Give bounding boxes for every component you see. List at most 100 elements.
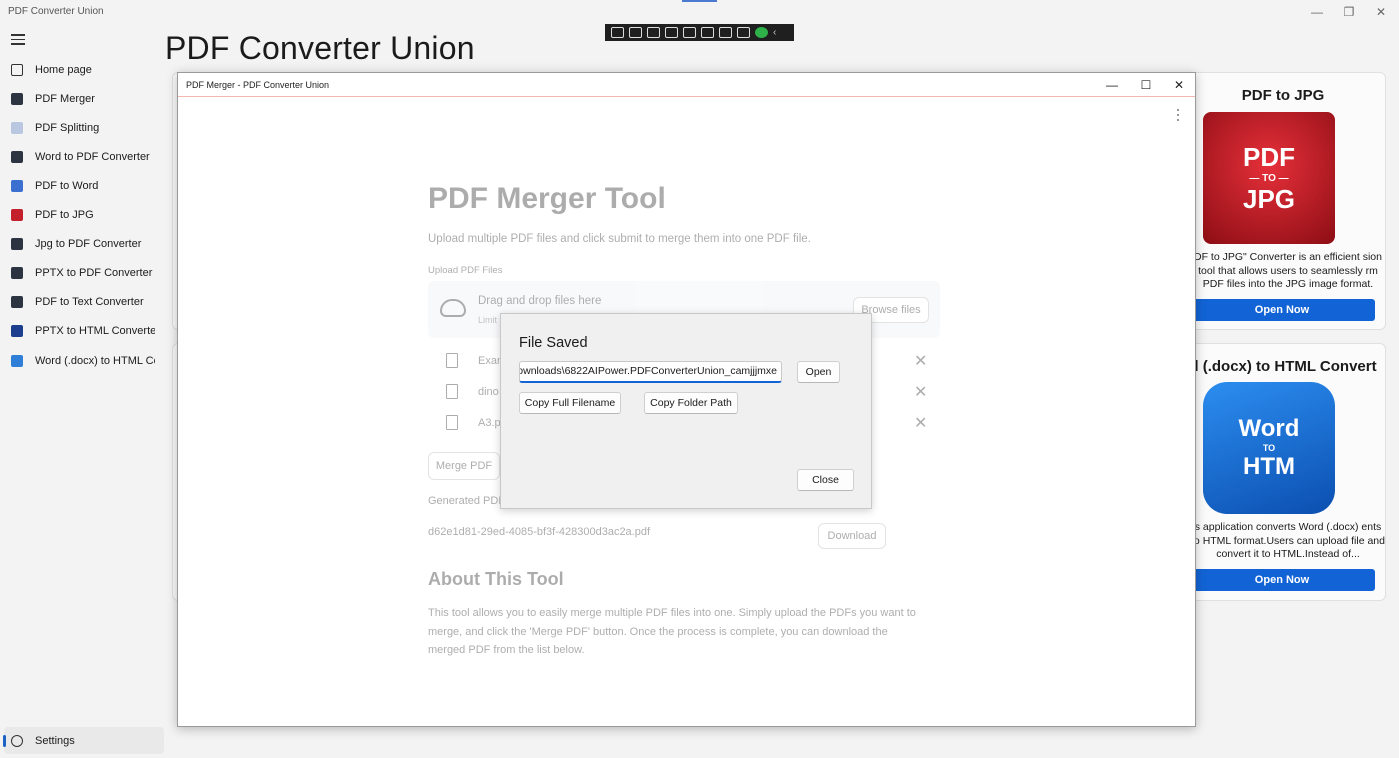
remove-file-icon[interactable]: ✕ xyxy=(914,413,927,433)
app-titlebar: PDF Converter Union — ❐ ✕ xyxy=(0,0,1399,24)
open-button[interactable]: Open xyxy=(797,361,840,383)
selected-indicator xyxy=(3,735,6,747)
capture-icon[interactable] xyxy=(611,27,624,38)
word-to-pdf-icon xyxy=(11,151,23,163)
minimize-button[interactable]: — xyxy=(1299,3,1335,21)
sidebar-item-pdf-merger[interactable]: PDF Merger xyxy=(4,85,164,113)
saved-path-field[interactable]: Downloads\6822AIPower.PDFConverterUnion_… xyxy=(519,361,782,383)
copy-full-filename-button[interactable]: Copy Full Filename xyxy=(519,392,621,414)
about-title: About This Tool xyxy=(428,569,564,589)
merger-close-button[interactable]: ✕ xyxy=(1164,76,1194,94)
merger-minimize-button[interactable]: — xyxy=(1097,76,1127,94)
file-icon xyxy=(446,384,458,399)
cloud-upload-icon xyxy=(440,299,466,317)
file-name: A3.p xyxy=(478,417,501,429)
sidebar-item-label: Home page xyxy=(35,64,92,76)
open-now-button[interactable]: Open Now xyxy=(1189,569,1375,591)
sidebar-item-word-to-html[interactable]: Word (.docx) to HTML Co xyxy=(4,347,164,375)
video-icon[interactable] xyxy=(629,27,642,38)
promo-description: DF to JPG" Converter is an efficient sio… xyxy=(1194,251,1382,290)
download-button[interactable]: Download xyxy=(818,523,886,549)
open-now-button[interactable]: Open Now xyxy=(1189,299,1375,321)
generated-file-name: d62e1d81-29ed-4085-bf3f-428300d3ac2a.pdf xyxy=(428,526,651,538)
file-icon xyxy=(446,353,458,368)
merger-titlebar: PDF Merger - PDF Converter Union — ☐ ✕ xyxy=(178,73,1195,97)
drop-limit: Limit xyxy=(478,315,498,325)
promo-card-pdf-to-jpg: PDF to JPG PDF — TO — JPG DF to JPG" Con… xyxy=(1180,72,1386,330)
sidebar-item-pdf-to-jpg[interactable]: PDF to JPG xyxy=(4,201,164,229)
hamburger-menu-icon[interactable] xyxy=(11,34,25,46)
generated-label: Generated PDF xyxy=(428,495,506,507)
sidebar-item-pptx-to-html[interactable]: PPTX to HTML Converter xyxy=(4,317,164,345)
logo-text: JPG xyxy=(1242,183,1296,214)
remove-file-icon[interactable]: ✕ xyxy=(914,382,927,402)
sidebar-item-word-to-pdf[interactable]: Word to PDF Converter xyxy=(4,143,164,171)
sidebar-item-label: Settings xyxy=(35,734,75,747)
logo-text: PDF xyxy=(1243,141,1295,172)
remove-file-icon[interactable]: ✕ xyxy=(914,351,927,371)
more-options-icon[interactable] xyxy=(1177,109,1181,121)
merger-window-title: PDF Merger - PDF Converter Union xyxy=(186,80,330,90)
sidebar-item-label: Word to PDF Converter xyxy=(35,151,150,163)
app-title: PDF Converter Union xyxy=(8,6,104,17)
logo-text: — TO — xyxy=(1249,172,1289,184)
sidebar-item-label: PDF Merger xyxy=(35,93,95,105)
sidebar-item-label: PDF to JPG xyxy=(35,209,94,221)
copy-folder-path-button[interactable]: Copy Folder Path xyxy=(644,392,738,414)
sidebar-item-label: PDF to Word xyxy=(35,180,99,192)
sidebar-item-pdf-to-word[interactable]: PDF to Word xyxy=(4,172,164,200)
sidebar-item-label: Jpg to PDF Converter xyxy=(35,238,142,250)
merge-pdf-button[interactable]: Merge PDF xyxy=(428,452,500,480)
sidebar-item-settings[interactable]: Settings xyxy=(3,727,164,754)
sidebar-item-home[interactable]: Home page xyxy=(4,56,164,84)
logo-text: TO xyxy=(1262,443,1276,453)
sidebar-item-label: PDF to Text Converter xyxy=(35,296,144,308)
check-icon[interactable] xyxy=(755,27,768,38)
word-to-html-icon xyxy=(11,355,23,367)
file-saved-dialog: File Saved Downloads\6822AIPower.PDFConv… xyxy=(500,313,872,509)
sidebar-item-label: PPTX to HTML Converter xyxy=(35,325,155,337)
close-dialog-button[interactable]: Close xyxy=(797,469,854,491)
merger-maximize-button[interactable]: ☐ xyxy=(1131,76,1161,94)
restore-button[interactable]: ❐ xyxy=(1331,3,1367,21)
top-accent-bar xyxy=(682,0,717,2)
settings-icon[interactable] xyxy=(719,27,732,38)
dialog-title: File Saved xyxy=(519,335,588,351)
pdf-to-jpg-icon xyxy=(11,209,23,221)
pdf-to-jpg-logo: PDF — TO — JPG xyxy=(1203,112,1335,244)
pointer-icon[interactable] xyxy=(647,27,660,38)
sidebar-item-pdf-splitting[interactable]: PDF Splitting xyxy=(4,114,164,142)
page-title: PDF Converter Union xyxy=(165,30,475,66)
recorder-toolbar: ‹ xyxy=(605,24,794,41)
tool-description: Upload multiple PDF files and click subm… xyxy=(428,233,811,245)
chevron-left-icon[interactable]: ‹ xyxy=(773,27,786,38)
sidebar-item-pptx-to-pdf[interactable]: PPTX to PDF Converter xyxy=(4,259,164,287)
pdf-to-text-icon xyxy=(11,296,23,308)
sidebar-item-pdf-to-text[interactable]: PDF to Text Converter xyxy=(4,288,164,316)
promo-title: PDF to JPG xyxy=(1241,87,1325,104)
accessibility-icon[interactable] xyxy=(737,27,750,38)
crop-icon[interactable] xyxy=(683,27,696,38)
pdf-to-word-icon xyxy=(11,180,23,192)
pdf-splitting-icon xyxy=(11,122,23,134)
sidebar-item-label: PPTX to PDF Converter xyxy=(35,267,153,279)
home-icon xyxy=(11,64,23,76)
sidebar: Home page PDF Merger PDF Splitting Word … xyxy=(0,24,168,758)
sidebar-item-label: Word (.docx) to HTML Co xyxy=(35,355,155,367)
pdf-merger-icon xyxy=(11,93,23,105)
sidebar-item-jpg-to-pdf[interactable]: Jpg to PDF Converter xyxy=(4,230,164,258)
jpg-to-pdf-icon xyxy=(11,238,23,250)
select-icon[interactable] xyxy=(701,27,714,38)
promo-card-word-to-html: d (.docx) to HTML Convert Word TO HTM s … xyxy=(1180,343,1386,601)
promo-description: s application converts Word (.docx) ents… xyxy=(1191,521,1385,560)
word-to-html-logo: Word TO HTM xyxy=(1203,382,1335,514)
tool-title: PDF Merger Tool xyxy=(428,182,666,215)
logo-text: Word xyxy=(1238,415,1300,442)
drop-text: Drag and drop files here xyxy=(478,295,602,307)
pptx-to-html-icon xyxy=(11,325,23,337)
region-icon[interactable] xyxy=(665,27,678,38)
about-text: This tool allows you to easily merge mul… xyxy=(428,607,916,656)
sidebar-item-label: PDF Splitting xyxy=(35,122,100,134)
file-name: dino xyxy=(478,386,499,398)
close-button[interactable]: ✕ xyxy=(1363,3,1399,21)
